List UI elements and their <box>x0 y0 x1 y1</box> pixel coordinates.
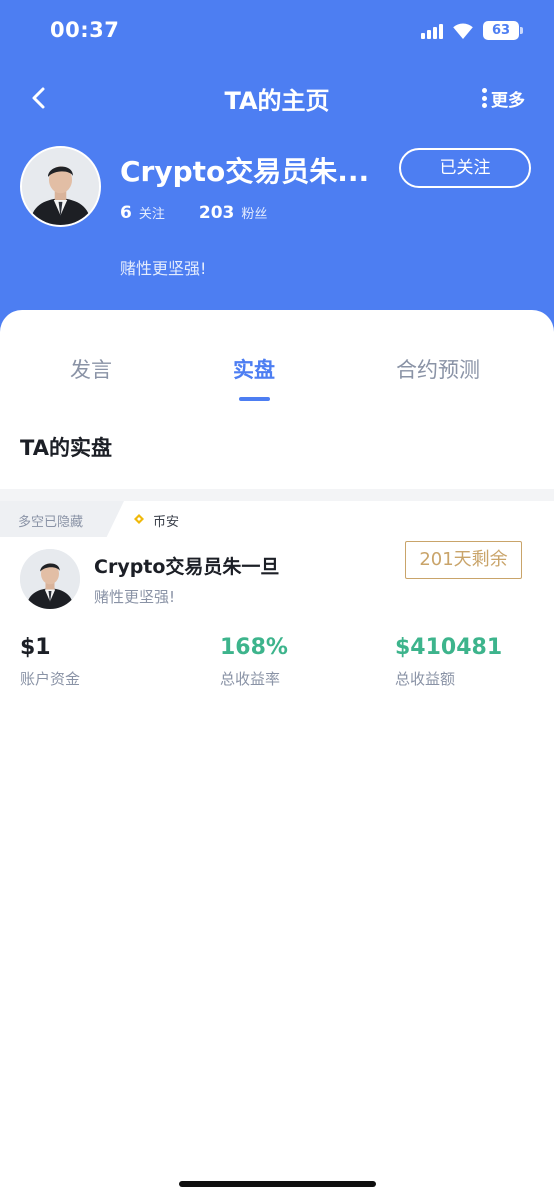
tab-posts[interactable]: 发言 <box>70 354 112 384</box>
trader-avatar[interactable] <box>20 549 80 609</box>
total-return-rate-value: 168% <box>220 635 288 660</box>
followers-count[interactable]: 203 <box>199 203 235 223</box>
following-label: 关注 <box>138 207 165 222</box>
account-funds-label: 账户资金 <box>20 670 81 688</box>
profile-stats: 6 关注 203 粉丝 <box>120 203 267 223</box>
battery-icon: 63 <box>483 21 519 40</box>
section-divider <box>0 489 554 501</box>
back-icon[interactable] <box>24 82 56 114</box>
battery-cap <box>520 27 523 34</box>
followers-label: 粉丝 <box>241 207 268 222</box>
tab-live-trading[interactable]: 实盘 <box>233 354 275 384</box>
trader-bio: 赌性更坚强! <box>94 588 176 606</box>
trader-name[interactable]: Crypto交易员朱一旦 <box>94 552 279 579</box>
tab-contract-prediction[interactable]: 合约预测 <box>396 354 480 384</box>
total-profit-label: 总收益额 <box>395 670 456 688</box>
following-count[interactable]: 6 <box>120 203 132 223</box>
home-indicator[interactable] <box>179 1181 376 1187</box>
total-profit-value: $410481 <box>395 635 503 660</box>
binance-icon <box>134 514 144 524</box>
more-button[interactable]: 更多 <box>482 84 525 112</box>
more-label: 更多 <box>491 90 525 111</box>
avatar[interactable] <box>20 146 101 227</box>
profile-bio: 赌性更坚强! <box>120 259 207 278</box>
account-funds-value: $1 <box>20 635 51 660</box>
status-time: 00:37 <box>50 18 120 42</box>
user-name: Crypto交易员朱... <box>120 155 370 188</box>
signal-icon <box>421 24 445 39</box>
hidden-positions-label: 多空已隐藏 <box>18 515 84 530</box>
total-return-rate-label: 总收益率 <box>220 670 281 688</box>
more-dots-icon <box>482 88 487 108</box>
exchange-name: 币安 <box>153 515 180 530</box>
wifi-icon <box>453 23 473 39</box>
follow-button[interactable]: 已关注 <box>399 148 531 188</box>
active-tab-indicator <box>239 397 270 401</box>
days-remaining-badge: 201天剩余 <box>405 541 522 579</box>
section-title: TA的实盘 <box>20 436 112 460</box>
